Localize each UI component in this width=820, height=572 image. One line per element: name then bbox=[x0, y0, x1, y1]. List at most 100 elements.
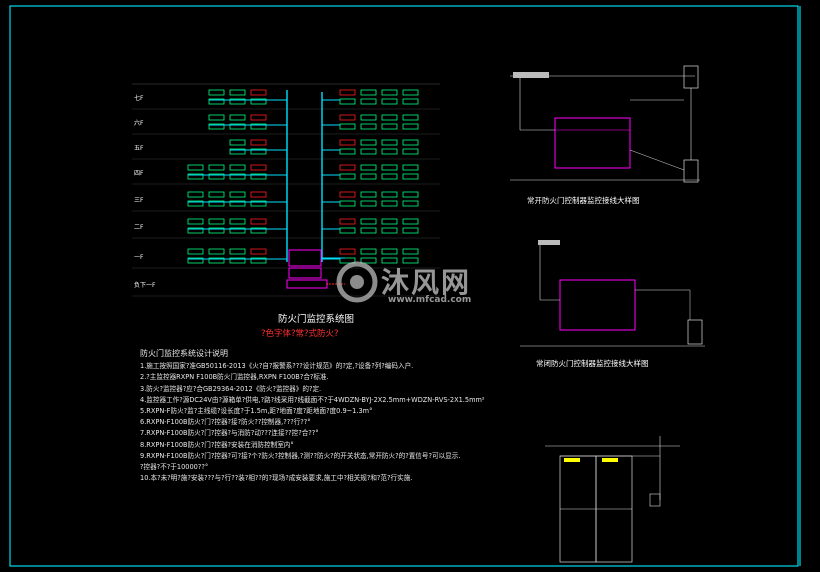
cad-drawing-canvas: 七F六F五F四F三F二F一F负下一F 防火门监控系统图 ?色字体?常?式防火? … bbox=[9, 5, 801, 567]
door-controller-device bbox=[339, 148, 356, 155]
door-controller-device bbox=[402, 200, 419, 207]
diagram-subtitle: ?色字体?常?式防火? bbox=[261, 328, 339, 339]
door-controller-device bbox=[339, 164, 356, 171]
door-controller-device bbox=[187, 248, 204, 255]
notes-line-11: 10.本?未?明?施?安装???与?行??装?相??的?现场?成安装要求,施工中… bbox=[140, 474, 413, 483]
door-controller-device bbox=[360, 164, 377, 171]
door-controller-device bbox=[250, 248, 267, 255]
door-controller-device bbox=[208, 114, 225, 121]
door-controller-device bbox=[360, 139, 377, 146]
normally-open-detail: 常开防火门控制器监控接线大样图 bbox=[510, 65, 700, 205]
door-controller-device bbox=[339, 173, 356, 180]
door-controller-device bbox=[360, 89, 377, 96]
no-door-device-top bbox=[683, 65, 699, 89]
door-controller-device bbox=[381, 191, 398, 198]
floor-label: 一F bbox=[134, 254, 144, 261]
door-controller-device bbox=[339, 89, 356, 96]
monitor-host-box bbox=[288, 249, 322, 267]
door-controller-device bbox=[360, 248, 377, 255]
door-controller-device bbox=[381, 248, 398, 255]
notes-line-9: 9.RXPN-F100B防火?门?控器?可?接?个?防火?控制器,?测??防火?… bbox=[140, 451, 461, 460]
door-controller-device bbox=[402, 123, 419, 130]
no-controller-box bbox=[554, 117, 631, 169]
watermark-url: www.mfcad.com bbox=[388, 295, 471, 305]
door-controller-device bbox=[381, 164, 398, 171]
door-module bbox=[649, 493, 661, 507]
nc-controller-box bbox=[559, 279, 636, 331]
door-controller-device bbox=[402, 89, 419, 96]
door-controller-device bbox=[360, 114, 377, 121]
fire-control-link-box bbox=[286, 279, 328, 289]
notes-line-6: 6.RXPN-F100B防火?门?控器?接?防火??控制器,???行??° bbox=[140, 418, 311, 427]
door-controller-device bbox=[339, 191, 356, 198]
door-controller-device bbox=[250, 218, 267, 225]
door-controller-device bbox=[229, 248, 246, 255]
notes-line-5: 5.RXPN-F防火?监?主线缆?设长度?于1.5m,距?地面?度?距地面?度0… bbox=[140, 407, 373, 416]
door-controller-device bbox=[402, 248, 419, 255]
door-controller-device bbox=[381, 227, 398, 234]
door-controller-device bbox=[360, 148, 377, 155]
normally-closed-detail: 常闭防火门控制器监控接线大样图 bbox=[520, 240, 705, 368]
door-controller-device bbox=[339, 139, 356, 146]
door-closer-right bbox=[602, 458, 618, 462]
design-notes: 防火门监控系统设计说明 1.施工按照国家?准GB50116-2013《火?自?报… bbox=[140, 348, 500, 484]
power-box bbox=[288, 267, 322, 279]
door-controller-device bbox=[339, 200, 356, 207]
door-controller-device bbox=[381, 98, 398, 105]
no-source-label-block bbox=[513, 72, 549, 78]
door-controller-device bbox=[402, 139, 419, 146]
normally-open-caption: 常开防火门控制器监控接线大样图 bbox=[527, 195, 640, 205]
door-controller-device bbox=[229, 191, 246, 198]
door-controller-device bbox=[360, 257, 377, 264]
door-controller-device bbox=[381, 114, 398, 121]
door-controller-device bbox=[360, 173, 377, 180]
door-controller-device bbox=[381, 139, 398, 146]
door-controller-device bbox=[339, 114, 356, 121]
diagram-title: 防火门监控系统图 bbox=[278, 313, 354, 325]
door-controller-device bbox=[360, 123, 377, 130]
floor-label: 四F bbox=[134, 170, 144, 177]
door-controller-device bbox=[402, 164, 419, 171]
door-controller-device bbox=[360, 227, 377, 234]
door-controller-device bbox=[339, 248, 356, 255]
nc-source-label-block bbox=[538, 240, 560, 245]
door-controller-device bbox=[402, 218, 419, 225]
door-closer-left bbox=[564, 458, 580, 462]
door-controller-device bbox=[381, 200, 398, 207]
door-controller-device bbox=[381, 123, 398, 130]
floor-label: 负下一F bbox=[134, 281, 156, 289]
watermark-logo-core bbox=[350, 275, 364, 289]
floor-label: 五F bbox=[134, 145, 144, 152]
floor-label: 六F bbox=[134, 119, 144, 127]
door-controller-device bbox=[250, 191, 267, 198]
door-controller-device bbox=[229, 139, 246, 146]
door-controller-device bbox=[381, 173, 398, 180]
door-controller-device bbox=[360, 191, 377, 198]
door-controller-device bbox=[402, 257, 419, 264]
door-controller-device bbox=[250, 139, 267, 146]
door-controller-device bbox=[402, 227, 419, 234]
floor-label: 三F bbox=[134, 197, 144, 204]
door-controller-device bbox=[339, 227, 356, 234]
door-controller-device bbox=[402, 148, 419, 155]
door-controller-device bbox=[360, 98, 377, 105]
door-controller-device bbox=[208, 191, 225, 198]
nc-door-device bbox=[687, 319, 703, 345]
door-controller-device bbox=[402, 173, 419, 180]
floor-label: 二F bbox=[134, 224, 144, 231]
door-controller-device bbox=[339, 218, 356, 225]
door-controller-device bbox=[208, 89, 225, 96]
door-controller-device bbox=[208, 248, 225, 255]
notes-line-7: 7.RXPN-F100B防火?门?控器?与消防?动???连接??控?合??° bbox=[140, 429, 319, 438]
door-controller-device bbox=[187, 218, 204, 225]
door-controller-device bbox=[381, 218, 398, 225]
door-controller-device bbox=[250, 89, 267, 96]
door-controller-device bbox=[250, 164, 267, 171]
door-controller-device bbox=[229, 89, 246, 96]
notes-line-2: 2.?主监控器RXPN F100B防火门监控器,RXPN F100B?合?标准. bbox=[140, 373, 329, 382]
door-controller-device bbox=[339, 98, 356, 105]
notes-title: 防火门监控系统设计说明 bbox=[140, 349, 228, 358]
door-controller-device bbox=[381, 89, 398, 96]
notes-line-3: 3.防火?监控器?应?合GB29364-2012《防火?监控器》的?定. bbox=[140, 384, 322, 393]
door-controller-device bbox=[229, 218, 246, 225]
